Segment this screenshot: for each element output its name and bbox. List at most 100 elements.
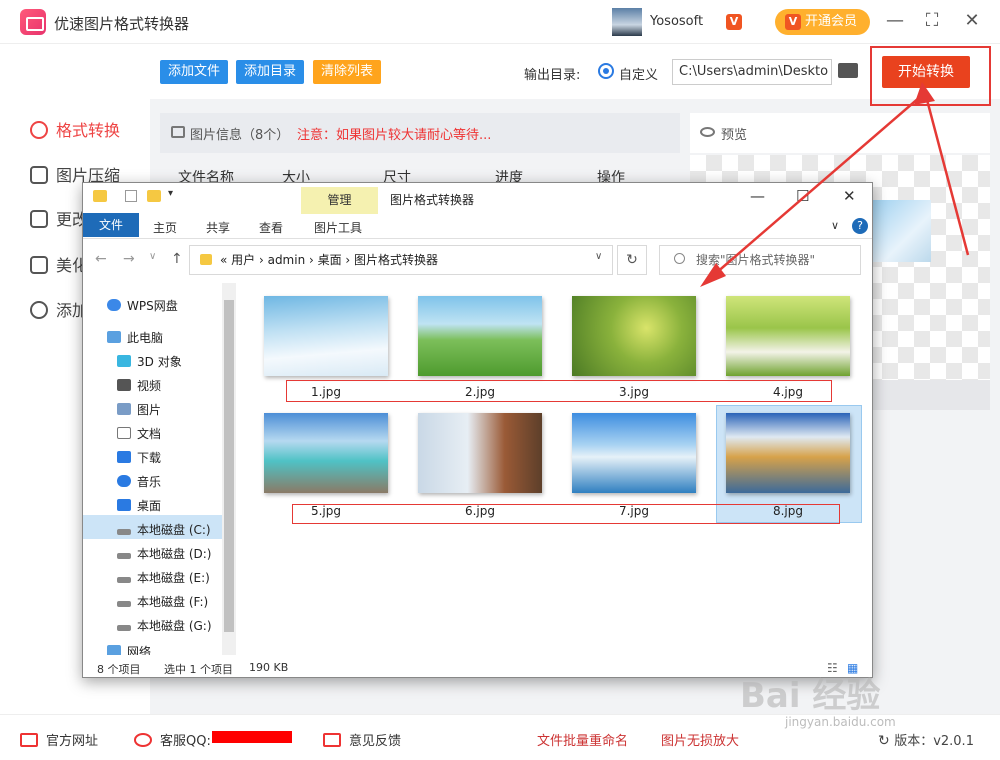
tab-home[interactable]: 主页 <box>153 219 177 236</box>
folder-icon[interactable] <box>838 63 858 78</box>
cube-icon <box>117 355 131 367</box>
tree-item-downloads[interactable]: 下载 <box>117 449 161 466</box>
refresh-icon: ↻ <box>878 733 895 749</box>
feedback-icon <box>323 733 341 747</box>
search-input[interactable]: 搜索"图片格式转换器" <box>659 245 861 275</box>
image-thumbnail[interactable] <box>726 296 850 376</box>
watermark-url: jingyan.baidu.com <box>785 715 896 729</box>
drive-icon <box>117 553 131 559</box>
tab-picture-tools[interactable]: 图片工具 <box>314 219 362 236</box>
tree-item-3d[interactable]: 3D 对象 <box>117 353 182 370</box>
lossless-enlarge-link[interactable]: 图片无损放大 <box>661 730 739 749</box>
add-directory-button[interactable]: 添加目录 <box>236 60 305 84</box>
sidebar-item-format-convert[interactable]: 格式转换 <box>30 117 120 141</box>
image-thumbnail[interactable] <box>418 296 542 376</box>
recent-dropdown-icon[interactable]: ∨ <box>149 251 156 262</box>
search-icon <box>674 253 685 264</box>
address-bar[interactable]: « 用户 › admin › 桌面 › 图片格式转换器 <box>189 245 613 275</box>
tree-item-drive-e[interactable]: 本地磁盘 (E:) <box>117 569 210 586</box>
tree-item-label: 音乐 <box>137 475 162 489</box>
refresh-icon[interactable]: ↻ <box>617 245 647 275</box>
tree-item-desktop[interactable]: 桌面 <box>117 497 161 514</box>
desktop-icon <box>117 499 131 511</box>
output-path-field[interactable]: C:\Users\admin\Deskto <box>672 59 832 85</box>
tree-item-documents[interactable]: 文档 <box>117 425 161 442</box>
sidebar-item-beautify[interactable]: 美化 <box>30 252 88 276</box>
image-thumbnail[interactable] <box>264 296 388 376</box>
drive-icon <box>117 529 131 535</box>
maximize-icon[interactable]: ☐ <box>796 187 809 205</box>
explorer-title: 图片格式转换器 <box>390 193 475 207</box>
tree-item-this-pc[interactable]: 此电脑 <box>107 329 163 346</box>
tree-item-videos[interactable]: 视频 <box>117 377 161 394</box>
tab-share[interactable]: 共享 <box>206 219 230 236</box>
sidebar-item-resize[interactable]: 更改 <box>30 206 88 230</box>
folder-icon <box>93 190 107 202</box>
chevron-down-icon[interactable]: ∨ <box>831 219 839 232</box>
tree-item-label: 本地磁盘 (E:) <box>137 571 210 585</box>
image-thumbnail[interactable] <box>572 413 696 493</box>
new-folder-icon[interactable] <box>147 190 161 202</box>
tree-item-wps[interactable]: WPS网盘 <box>107 297 178 314</box>
official-site-link[interactable]: 官方网址 <box>20 730 98 749</box>
sidebar-item-label: 格式转换 <box>56 121 121 140</box>
tree-scrollbar-thumb[interactable] <box>224 300 234 632</box>
tab-file[interactable]: 文件 <box>83 213 139 237</box>
support-qq-label: 客服QQ: <box>160 734 211 749</box>
feedback-link[interactable]: 意见反馈 <box>323 730 401 749</box>
image-thumbnail[interactable] <box>264 413 388 493</box>
tree-item-drive-d[interactable]: 本地磁盘 (D:) <box>117 545 211 562</box>
quick-access-dropdown-icon[interactable]: ▾ <box>168 188 173 199</box>
close-icon[interactable]: ✕ <box>843 187 856 205</box>
up-arrow-icon[interactable]: ↑ <box>171 251 183 267</box>
tree-item-drive-f[interactable]: 本地磁盘 (F:) <box>117 593 208 610</box>
close-icon[interactable]: ✕ <box>960 10 984 31</box>
output-dir-label: 输出目录: <box>524 68 581 83</box>
avatar[interactable] <box>612 8 642 36</box>
feedback-label: 意见反馈 <box>349 734 402 749</box>
manage-tab[interactable]: 管理 <box>301 187 378 214</box>
maximize-icon[interactable]: ⛶ <box>920 10 944 31</box>
qq-icon <box>134 733 152 747</box>
address-dropdown-icon[interactable]: ∨ <box>595 251 602 262</box>
stamp-icon <box>30 301 48 319</box>
app-logo-icon <box>20 9 46 35</box>
custom-radio-label: 自定义 <box>619 68 659 83</box>
tree-item-drive-g[interactable]: 本地磁盘 (G:) <box>117 617 212 634</box>
support-qq[interactable]: 客服QQ: <box>134 730 211 749</box>
tree-item-label: 视频 <box>137 379 162 393</box>
tree-item-pictures[interactable]: 图片 <box>117 401 161 418</box>
tree-item-music[interactable]: 音乐 <box>117 473 161 490</box>
official-site-label: 官方网址 <box>46 734 99 749</box>
tree-item-label: WPS网盘 <box>127 299 178 313</box>
image-thumbnail[interactable] <box>572 296 696 376</box>
custom-radio[interactable] <box>598 63 614 79</box>
add-file-button[interactable]: 添加文件 <box>160 60 229 84</box>
film-icon <box>117 379 131 391</box>
tree-item-label: 桌面 <box>137 499 162 513</box>
back-arrow-icon[interactable]: ← <box>95 251 107 267</box>
help-icon[interactable]: ? <box>852 218 868 234</box>
tab-view[interactable]: 查看 <box>259 219 283 236</box>
minimize-icon[interactable]: — <box>883 10 907 31</box>
drive-icon <box>117 601 131 607</box>
document-icon <box>117 427 131 439</box>
vip-button-icon: V <box>785 14 801 30</box>
forward-arrow-icon[interactable]: → <box>123 251 135 267</box>
vip-button[interactable]: V 开通会员 <box>775 9 870 35</box>
sidebar-item-watermark[interactable]: 添加 <box>30 297 88 321</box>
tree-item-drive-c[interactable]: 本地磁盘 (C:) <box>117 521 211 538</box>
user-name[interactable]: Yososoft <box>650 14 703 29</box>
image-thumbnail[interactable] <box>418 413 542 493</box>
redacted-qq-number <box>212 731 292 743</box>
vip-button-label: 开通会员 <box>805 14 858 29</box>
clear-list-button[interactable]: 清除列表 <box>313 60 382 84</box>
file-explorer-window[interactable]: ▾ 管理 图片格式转换器 — ☐ ✕ 文件 主页 共享 查看 图片工具 ∨ ? … <box>82 182 873 678</box>
minimize-icon[interactable]: — <box>750 187 765 205</box>
computer-icon <box>107 331 121 343</box>
batch-rename-link[interactable]: 文件批量重命名 <box>537 730 628 749</box>
highlight-box <box>292 504 840 524</box>
properties-icon[interactable] <box>125 190 137 202</box>
tree-item-network[interactable]: 网络 <box>107 643 151 655</box>
image-thumbnail[interactable] <box>726 413 850 493</box>
